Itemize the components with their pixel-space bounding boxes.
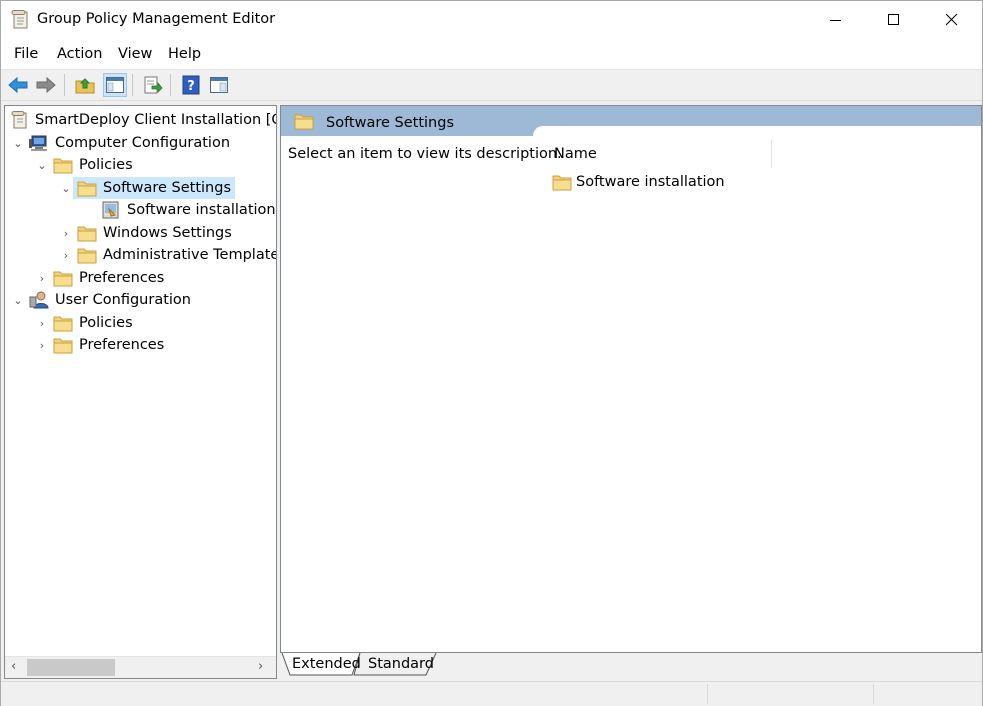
chevron-down-icon[interactable]: ⌄: [59, 182, 73, 195]
close-button[interactable]: [923, 1, 981, 39]
chevron-down-icon[interactable]: ⌄: [11, 294, 25, 307]
show-hide-tree-icon: [106, 77, 124, 93]
menu-view[interactable]: View: [118, 46, 152, 62]
folder-icon: [53, 338, 73, 354]
folder-icon: [53, 158, 73, 174]
toolbar-separator: [64, 74, 65, 96]
list-item-software-installation[interactable]: Software installation: [552, 172, 725, 192]
tree-item-software-settings[interactable]: ⌄ Software Settings: [59, 177, 236, 199]
tree-label: Software installation: [127, 202, 276, 218]
menu-action[interactable]: Action: [57, 46, 102, 62]
folder-icon: [53, 271, 73, 287]
folder-icon: [77, 181, 97, 197]
chevron-down-icon[interactable]: ⌄: [11, 137, 25, 150]
tree-item-cc-policies[interactable]: ⌄ Policies: [35, 154, 133, 176]
minimize-icon: [830, 20, 841, 21]
tree-item-uc-policies[interactable]: › Policies: [35, 312, 133, 334]
description-text: Select an item to view its description.: [288, 146, 562, 162]
tree-item-root[interactable]: SmartDeploy Client Installation [GPO: [5, 109, 277, 131]
tree-item-cc-preferences[interactable]: › Preferences: [35, 267, 164, 289]
minimize-button[interactable]: [807, 1, 865, 39]
menu-bar: File Action View Help: [1, 39, 982, 70]
title-bar: Group Policy Management Editor: [1, 1, 982, 39]
forward-button[interactable]: [34, 73, 58, 97]
back-arrow-icon: [8, 76, 28, 94]
menu-help[interactable]: Help: [168, 46, 201, 62]
properties-pane-icon: [210, 77, 228, 93]
tree-label: Software Settings: [103, 180, 232, 196]
tree-label: Windows Settings: [103, 225, 232, 241]
chevron-right-icon[interactable]: ›: [59, 249, 73, 262]
back-button[interactable]: [6, 73, 30, 97]
tree-label: Computer Configuration: [55, 135, 231, 151]
forward-arrow-icon: [36, 76, 56, 94]
tree-selection: Software Settings: [73, 177, 236, 199]
properties-pane-button[interactable]: [207, 73, 231, 97]
tree-label: Policies: [79, 315, 133, 331]
details-title: Software Settings: [326, 115, 455, 131]
window: Group Policy Management Editor File Acti…: [0, 0, 983, 706]
scroll-left-icon[interactable]: ‹: [11, 659, 16, 674]
chevron-right-icon[interactable]: ›: [35, 339, 49, 352]
tab-extended[interactable]: Extended: [292, 653, 361, 675]
chevron-right-icon[interactable]: ›: [35, 272, 49, 285]
list-item-label: Software installation: [576, 174, 725, 190]
status-separator: [707, 684, 708, 704]
export-list-icon: [144, 76, 163, 94]
chevron-right-icon[interactable]: ›: [35, 317, 49, 330]
window-title: Group Policy Management Editor: [37, 11, 276, 27]
up-folder-icon: [75, 78, 95, 94]
computer-icon: [29, 135, 47, 151]
up-one-level-button[interactable]: [73, 73, 97, 97]
tree-item-computer-configuration[interactable]: ⌄ Computer Configuration: [11, 132, 230, 154]
gpo-editor-icon: [11, 10, 28, 29]
maximize-button[interactable]: [865, 1, 923, 39]
user-icon: [29, 291, 49, 309]
column-separator[interactable]: [771, 140, 772, 168]
tree-label: Preferences: [79, 337, 165, 353]
tree-label: Preferences: [79, 270, 165, 286]
export-list-button[interactable]: [141, 73, 165, 97]
svg-text:?: ?: [187, 79, 195, 94]
chevron-right-icon[interactable]: ›: [59, 227, 73, 240]
scrollbar-thumb[interactable]: [27, 659, 115, 676]
help-icon: ?: [182, 75, 200, 95]
tree-item-user-configuration[interactable]: ⌄ User Configuration: [11, 289, 191, 311]
header-tab-curve: [533, 126, 981, 136]
toolbar: ?: [1, 70, 982, 101]
tree-pane: SmartDeploy Client Installation [GPO ⌄ C…: [4, 105, 277, 679]
folder-icon: [77, 248, 97, 264]
tree-label: Policies: [79, 157, 133, 173]
tab-standard[interactable]: Standard: [368, 653, 434, 675]
tree-item-windows-settings[interactable]: › Windows Settings: [59, 222, 232, 244]
show-hide-tree-button[interactable]: [103, 73, 127, 97]
details-pane: Software Settings Select an item to view…: [280, 105, 982, 653]
software-installation-icon: [102, 201, 119, 219]
tree-label: SmartDeploy Client Installation [GPO: [35, 112, 277, 128]
gpo-scroll-icon: [11, 111, 27, 129]
tree-label: Administrative Templates:: [103, 247, 277, 263]
tree-item-administrative-templates[interactable]: › Administrative Templates:: [59, 244, 277, 266]
folder-icon: [77, 226, 97, 242]
toolbar-separator: [170, 74, 171, 96]
close-icon: [946, 14, 958, 26]
menu-file[interactable]: File: [14, 46, 38, 62]
chevron-down-icon[interactable]: ⌄: [35, 159, 49, 172]
status-bar: [1, 681, 982, 706]
folder-icon: [552, 175, 572, 191]
details-header: Software Settings: [281, 106, 981, 136]
column-header-name[interactable]: Name: [554, 146, 597, 162]
folder-icon: [53, 316, 73, 332]
tree-item-uc-preferences[interactable]: › Preferences: [35, 334, 164, 356]
tree-label: User Configuration: [55, 292, 191, 308]
toolbar-separator: [132, 74, 133, 96]
tree-item-software-installation[interactable]: Software installation: [97, 199, 276, 221]
folder-icon: [294, 114, 314, 130]
help-button[interactable]: ?: [179, 73, 203, 97]
status-separator: [873, 684, 874, 704]
scroll-right-icon[interactable]: ›: [258, 659, 263, 674]
maximize-icon: [888, 14, 899, 25]
horizontal-scrollbar[interactable]: ‹ ›: [5, 656, 276, 678]
